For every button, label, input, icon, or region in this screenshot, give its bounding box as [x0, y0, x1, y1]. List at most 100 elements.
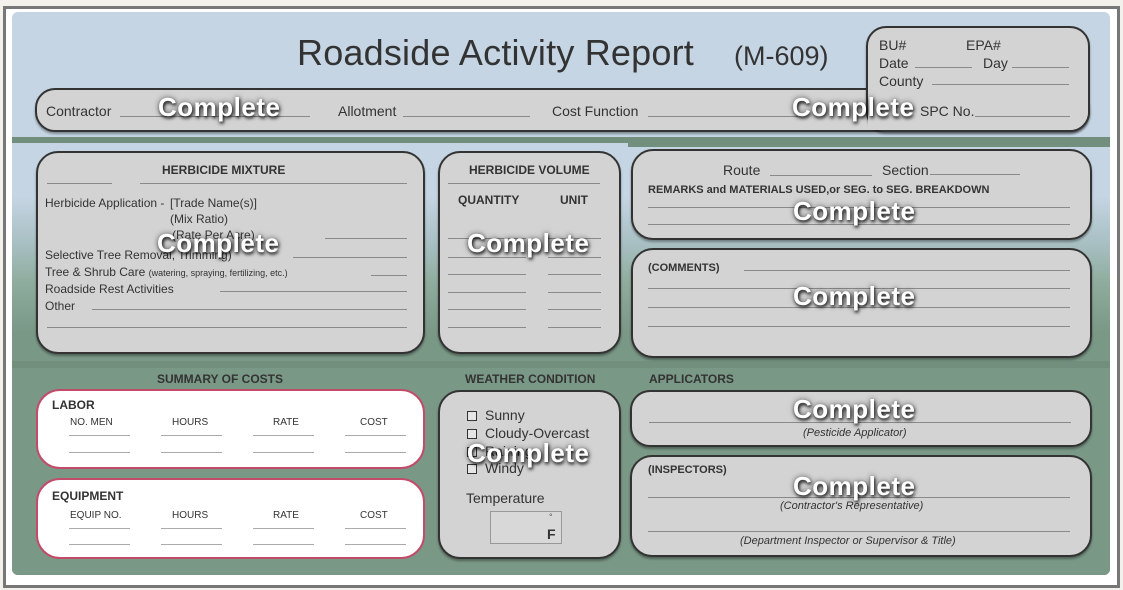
county-field[interactable] — [932, 84, 1069, 85]
date-field[interactable] — [915, 67, 972, 68]
trade-name-label: [Trade Name(s)] — [170, 196, 257, 210]
rate-per-acre-field[interactable] — [325, 238, 407, 239]
herbicide-application-label: Herbicide Application - — [45, 196, 165, 210]
labor-col-hours: HOURS — [172, 417, 209, 428]
spc-label: SPC No. — [920, 103, 975, 119]
labor-col-no-men: NO. MEN — [70, 417, 113, 428]
equipment-field[interactable] — [161, 528, 222, 529]
unit-field[interactable] — [548, 292, 601, 293]
page-title: Roadside Activity Report — [297, 32, 694, 73]
tree-shrub-care-label: Tree & Shrub Care — [45, 265, 146, 279]
contractor-label: Contractor — [46, 103, 112, 119]
unit-field[interactable] — [548, 309, 601, 310]
inspectors-title: (INSPECTORS) — [648, 464, 727, 476]
quantity-field[interactable] — [448, 274, 526, 275]
roadside-rest-label: Roadside Rest Activities — [45, 282, 174, 296]
comments-field[interactable] — [648, 326, 1070, 327]
form-code: (M-609) — [734, 41, 829, 71]
labor-col-rate: RATE — [273, 417, 299, 428]
route-label: Route — [723, 162, 761, 178]
day-field[interactable] — [1012, 67, 1069, 68]
quantity-field[interactable] — [448, 309, 526, 310]
remarks-title: REMARKS and MATERIALS USED,or SEG. to SE… — [648, 184, 990, 196]
equipment-field[interactable] — [345, 528, 406, 529]
herbicide-mixture-top-field[interactable] — [140, 183, 407, 184]
labor-field[interactable] — [253, 452, 314, 453]
herbicide-volume-title: HERBICIDE VOLUME — [469, 163, 590, 177]
quantity-field[interactable] — [448, 292, 526, 293]
herbicide-mixture-title: HERBICIDE MIXTURE — [162, 163, 286, 177]
cost-function-label: Cost Function — [552, 103, 639, 119]
unit-field[interactable] — [548, 274, 601, 275]
herbicide-volume-value[interactable]: Complete — [467, 228, 589, 259]
comments-value[interactable]: Complete — [793, 281, 915, 312]
applicator-value[interactable]: Complete — [793, 394, 915, 425]
comments-title: (COMMENTS) — [648, 262, 720, 274]
summary-of-costs-title: SUMMARY OF COSTS — [157, 372, 284, 386]
equipment-col-rate: RATE — [273, 510, 299, 521]
section-label: Section — [882, 162, 929, 178]
checkbox-icon[interactable] — [467, 411, 477, 421]
bu-label: BU# — [879, 37, 907, 53]
labor-field[interactable] — [253, 435, 314, 436]
unit-header: UNIT — [560, 193, 588, 207]
equipment-col-cost: COST — [360, 510, 388, 521]
cost-function-field[interactable] — [648, 116, 798, 117]
labor-field[interactable] — [345, 452, 406, 453]
labor-field[interactable] — [161, 452, 222, 453]
equipment-field[interactable] — [253, 528, 314, 529]
weather-value[interactable]: Complete — [467, 438, 589, 469]
equipment-title: EQUIPMENT — [52, 489, 124, 503]
quantity-field[interactable] — [448, 327, 526, 328]
herbicide-mixture-value[interactable]: Complete — [157, 228, 279, 259]
allotment-field[interactable] — [403, 116, 530, 117]
weather-option-sunny[interactable]: Sunny — [467, 407, 525, 423]
temperature-label: Temperature — [466, 490, 545, 506]
labor-field[interactable] — [69, 435, 130, 436]
weather-title: WEATHER CONDITION — [465, 372, 596, 386]
tree-shrub-care-field[interactable] — [371, 275, 407, 276]
section-field[interactable] — [930, 174, 1020, 175]
cost-function-value[interactable]: Complete — [792, 92, 914, 123]
other-label: Other — [45, 299, 76, 313]
labor-col-cost: COST — [360, 417, 388, 428]
extra-field[interactable] — [47, 327, 407, 328]
equipment-field[interactable] — [69, 528, 130, 529]
equipment-field[interactable] — [345, 544, 406, 545]
section-divider-bottom — [12, 361, 1110, 368]
other-field[interactable] — [92, 309, 407, 310]
tree-shrub-care-note: (watering, spraying, fertilizing, etc.) — [148, 268, 288, 278]
degree-icon: ° — [549, 512, 553, 522]
labor-title: LABOR — [52, 398, 95, 412]
inspectors-value[interactable]: Complete — [793, 471, 915, 502]
applicators-title: APPLICATORS — [649, 372, 734, 386]
contractor-value[interactable]: Complete — [158, 92, 280, 123]
section-divider-top-right — [628, 143, 1110, 147]
department-inspector-field[interactable] — [648, 531, 1070, 532]
allotment-label: Allotment — [338, 103, 397, 119]
equipment-field[interactable] — [253, 544, 314, 545]
equipment-field[interactable] — [161, 544, 222, 545]
epa-label: EPA# — [966, 37, 1001, 53]
selective-tree-removal-field[interactable] — [293, 257, 407, 258]
labor-field[interactable] — [69, 452, 130, 453]
unit-field[interactable] — [548, 327, 601, 328]
temperature-unit: F — [547, 526, 556, 542]
comments-field[interactable] — [744, 270, 1070, 271]
department-inspector-caption: (Department Inspector or Supervisor & Ti… — [740, 535, 956, 547]
equipment-col-hours: HOURS — [172, 510, 209, 521]
labor-field[interactable] — [161, 435, 222, 436]
equipment-col-equip-no: EQUIP NO. — [70, 510, 122, 521]
pesticide-applicator-caption: (Pesticide Applicator) — [803, 427, 907, 439]
date-label: Date — [879, 55, 909, 71]
route-field[interactable] — [770, 175, 872, 176]
equipment-field[interactable] — [69, 544, 130, 545]
county-label: County — [879, 73, 924, 89]
remarks-value[interactable]: Complete — [793, 196, 915, 227]
mix-ratio-label: (Mix Ratio) — [170, 212, 229, 226]
quantity-header: QUANTITY — [458, 193, 520, 207]
day-label: Day — [983, 55, 1008, 71]
spc-field[interactable] — [975, 116, 1070, 117]
roadside-rest-field[interactable] — [220, 291, 407, 292]
labor-field[interactable] — [345, 435, 406, 436]
